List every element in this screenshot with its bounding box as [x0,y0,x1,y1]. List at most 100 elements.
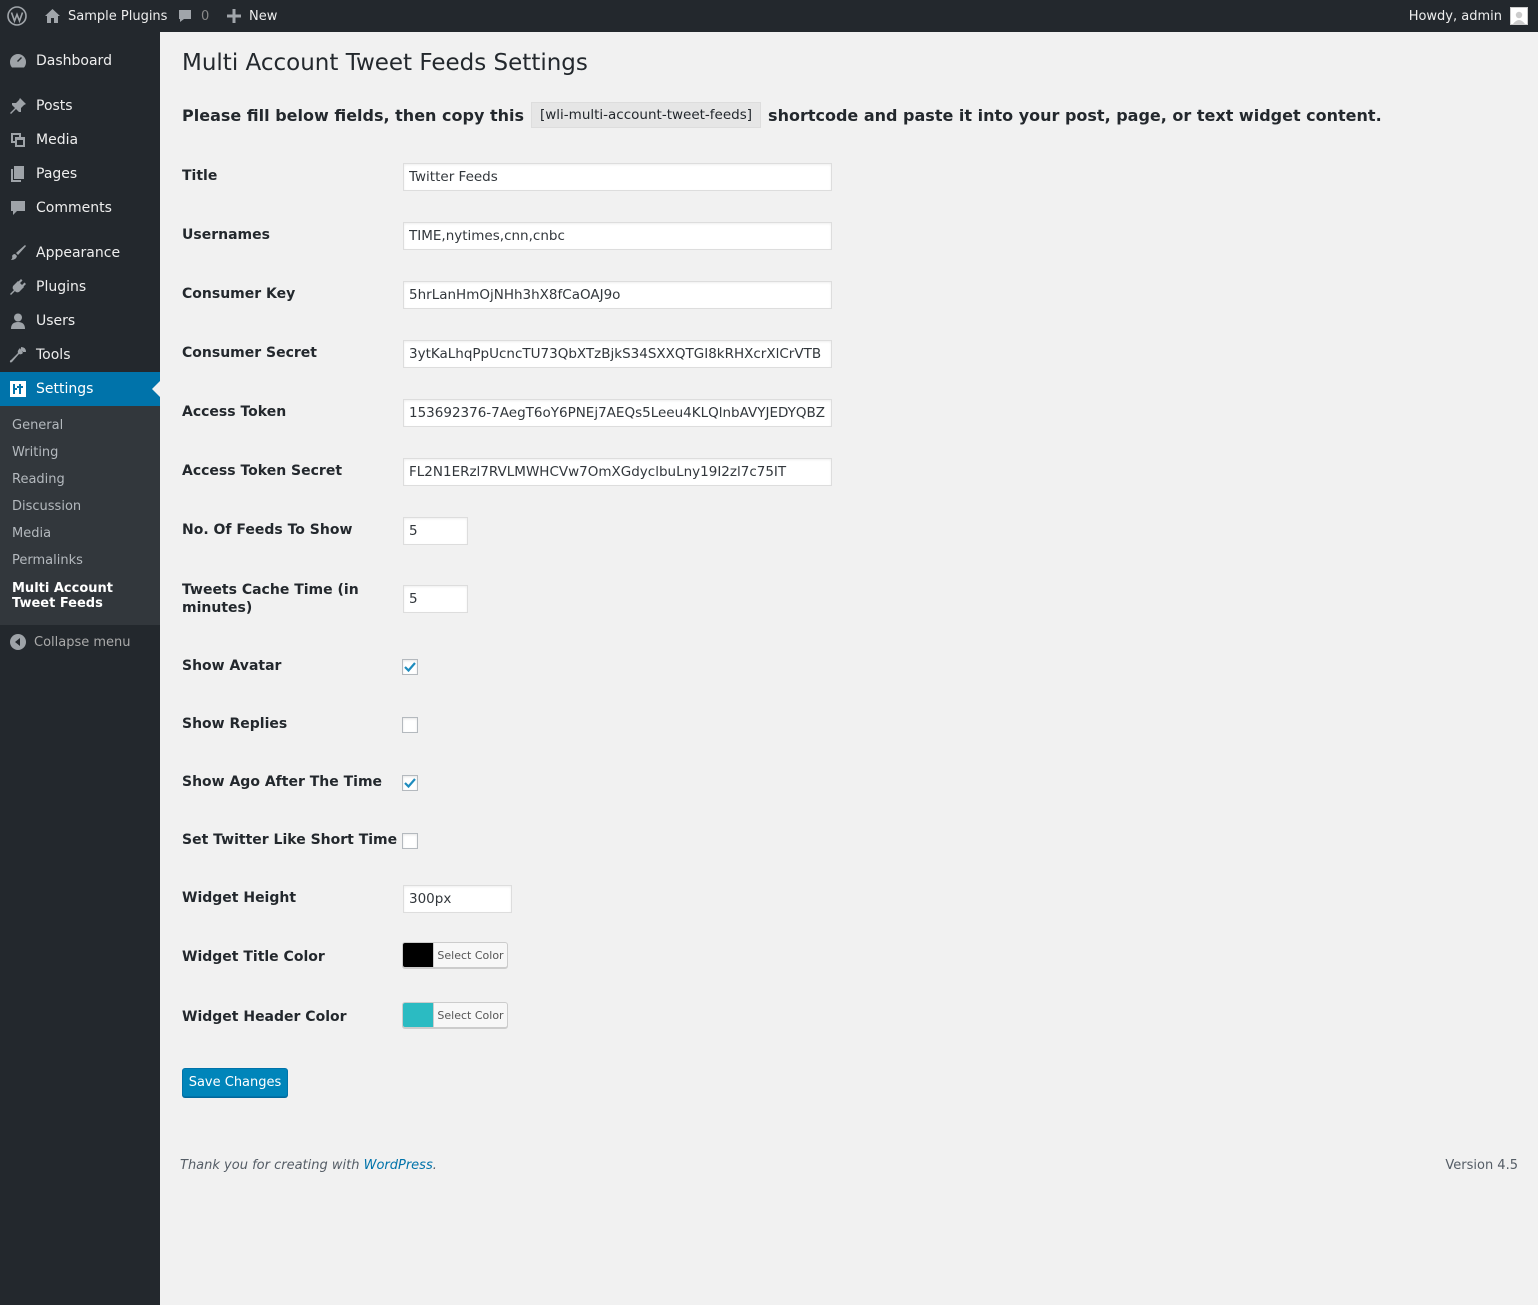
pushpin-icon [0,97,36,115]
sidebar-item-media[interactable]: Media [0,123,160,157]
sidebar-label: Users [36,313,76,329]
cache-time-input[interactable] [403,585,468,613]
sidebar-item-users[interactable]: Users [0,304,160,338]
access-token-secret-input[interactable] [403,458,832,486]
wordpress-logo-icon[interactable] [7,0,27,32]
access-token-label: Access Token [182,404,287,420]
submenu-item-discussion[interactable]: Discussion [12,499,81,514]
footer-thanks: Thank you for creating with WordPress. [180,1158,437,1173]
color-swatch [403,943,434,967]
plug-icon [0,278,36,296]
admin-sidebar: Dashboard Posts Media Pages Comments App… [0,32,160,1305]
media-icon [0,131,36,149]
sidebar-label: Appearance [36,245,121,261]
plus-icon [227,9,241,23]
user-icon [0,312,36,330]
sidebar-item-dashboard[interactable]: Dashboard [0,44,160,78]
collapse-menu-button[interactable]: Collapse menu [10,634,131,650]
show-replies-checkbox[interactable] [402,717,418,733]
sidebar-label: Posts [36,98,73,114]
footer-thanks-period: . [432,1158,437,1173]
my-account-link[interactable]: Howdy, admin [1409,0,1528,32]
widget-header-color-picker[interactable]: Select Color [402,1002,508,1028]
short-time-label: Set Twitter Like Short Time [182,832,398,848]
sidebar-item-plugins[interactable]: Plugins [0,270,160,304]
new-content-link[interactable]: New [227,0,277,32]
widget-height-input[interactable] [403,885,512,913]
pages-icon [0,165,36,183]
submenu-item-media[interactable]: Media [12,526,51,541]
widget-title-color-picker[interactable]: Select Color [402,942,508,968]
checkmark-icon [404,778,416,789]
sidebar-item-settings[interactable]: Settings [0,372,160,406]
collapse-arrow-icon [10,634,26,650]
page-title: Multi Account Tweet Feeds Settings [182,50,588,76]
sidebar-label: Tools [36,347,71,363]
show-avatar-checkbox[interactable] [402,659,418,675]
show-avatar-label: Show Avatar [182,658,282,674]
comment-bubble-icon [0,199,36,217]
show-replies-label: Show Replies [182,716,288,732]
shortcode-code: [wli-multi-account-tweet-feeds] [530,102,762,128]
usernames-input[interactable] [403,222,832,250]
title-input[interactable] [403,163,832,191]
consumer-secret-label: Consumer Secret [182,345,317,361]
feeds-count-input[interactable] [403,517,468,545]
select-color-label: Select Color [437,1008,504,1022]
usernames-label: Usernames [182,227,270,243]
settings-sliders-icon [0,380,36,398]
footer-version: Version 4.5 [1445,1158,1518,1173]
sidebar-label: Plugins [36,279,87,295]
comment-bubble-icon [177,8,193,24]
submenu-item-general[interactable]: General [12,418,63,433]
shortcode-instructions: Please fill below fields, then copy this… [182,102,1382,128]
avatar [1510,7,1528,25]
main-content: Multi Account Tweet Feeds Settings Pleas… [160,32,1538,1305]
wrench-icon [0,346,36,364]
color-swatch [403,1003,434,1027]
admin-bar: Sample Plugins 0 New Howdy, admin [0,0,1538,32]
settings-submenu: General Writing Reading Discussion Media… [0,406,160,625]
sidebar-item-appearance[interactable]: Appearance [0,236,160,270]
widget-height-label: Widget Height [182,890,297,906]
checkmark-icon [404,662,416,673]
widget-header-color-label: Widget Header Color [182,1009,347,1025]
intro-text-after: shortcode and paste it into your post, p… [768,105,1382,125]
submenu-item-permalinks[interactable]: Permalinks [12,553,83,568]
access-token-input[interactable] [403,399,832,427]
submenu-item-multi-account-tweet-feeds[interactable]: Multi Account Tweet Feeds [12,581,152,611]
sidebar-label: Settings [36,381,94,397]
howdy-label: Howdy, admin [1408,8,1502,24]
site-name: Sample Plugins [68,8,168,24]
access-token-secret-label: Access Token Secret [182,463,343,479]
comments-count: 0 [201,8,210,24]
sidebar-item-tools[interactable]: Tools [0,338,160,372]
site-name-link[interactable]: Sample Plugins [44,0,167,32]
new-label: New [249,8,278,24]
paintbrush-icon [0,244,36,262]
sidebar-label: Comments [36,200,112,216]
sidebar-item-posts[interactable]: Posts [0,89,160,123]
sidebar-label: Media [36,132,79,148]
show-ago-label: Show Ago After The Time [182,774,383,790]
sidebar-item-comments[interactable]: Comments [0,191,160,225]
intro-text-before: Please fill below fields, then copy this [182,105,524,125]
short-time-checkbox[interactable] [402,833,418,849]
comments-link[interactable]: 0 [177,0,209,32]
wordpress-link[interactable]: WordPress [364,1158,433,1173]
sidebar-label: Dashboard [36,53,112,69]
feeds-count-label: No. Of Feeds To Show [182,522,353,538]
consumer-secret-input[interactable] [403,340,832,368]
show-ago-checkbox[interactable] [402,775,418,791]
consumer-key-input[interactable] [403,281,832,309]
submenu-item-reading[interactable]: Reading [12,472,65,487]
dashboard-gauge-icon [0,52,36,70]
save-changes-button[interactable]: Save Changes [182,1068,288,1097]
collapse-label: Collapse menu [34,634,131,650]
sidebar-item-pages[interactable]: Pages [0,157,160,191]
cache-time-label: Tweets Cache Time (in minutes) [182,582,359,616]
title-label: Title [182,168,218,184]
select-color-label: Select Color [437,948,504,962]
sidebar-label: Pages [36,166,78,182]
submenu-item-writing[interactable]: Writing [12,445,58,460]
